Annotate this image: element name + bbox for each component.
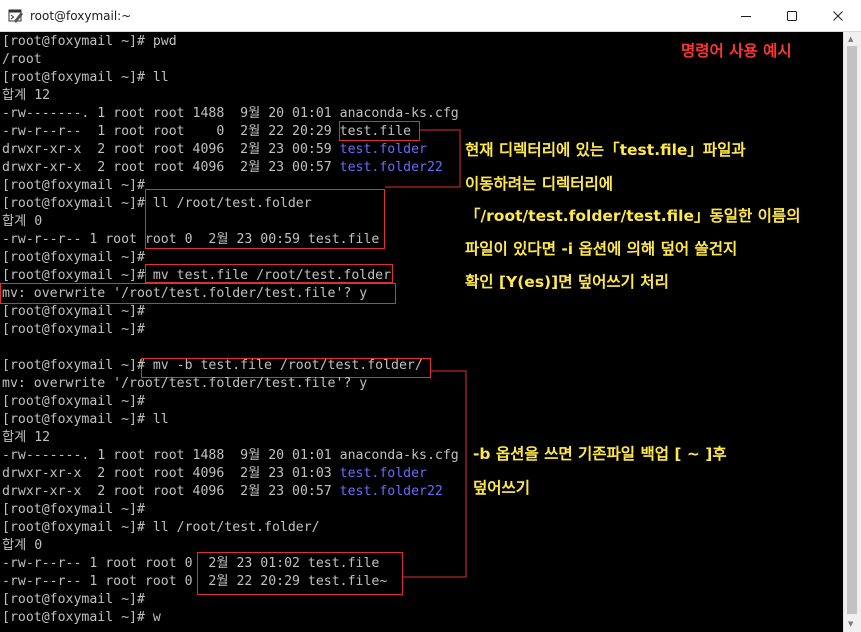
minimize-button[interactable] (723, 0, 769, 31)
terminal-line: -rw-r--r-- 1 root root 0 2월 22 20:29 tes… (2, 574, 388, 589)
annotation-note-1-line: 「/root/test.folder/test.file」동일한 이름의 (465, 207, 801, 225)
terminal-line: drwxr-xr-x 2 root root 4096 2월 23 00:57 … (2, 159, 443, 177)
terminal-line: [root@foxymail ~]# w (2, 610, 161, 625)
terminal-app-icon (8, 9, 23, 23)
close-icon (833, 10, 843, 21)
vertical-scrollbar[interactable]: ▲ ▼ (843, 32, 861, 632)
directory-name: test.folder (339, 466, 427, 481)
terminal-line: drwxr-xr-x 2 root root 4096 2월 23 00:59 … (2, 141, 427, 159)
annotation-note-1-line: 확인 [Y(es)]면 덮어쓰기 처리 (465, 273, 669, 291)
terminal-line: [root@foxymail ~]# (2, 592, 145, 607)
maximize-icon (787, 10, 797, 21)
terminal-line: [root@foxymail ~]# ll /root/test.folder (2, 196, 312, 211)
maximize-button[interactable] (769, 0, 815, 31)
annotation-note-1-line: 이동하려는 디렉터리에 (465, 175, 613, 193)
file-attributes: drwxr-xr-x 2 root root 4096 2월 23 00:57 (2, 160, 340, 175)
annotation-note-1-line: 파일이 있다면 -i 옵션에 의해 덮어 쓸건지 (465, 240, 738, 258)
directory-name: test.folder22 (339, 160, 443, 175)
terminal-line: [root@foxymail ~]# (2, 322, 145, 337)
file-attributes: drwxr-xr-x 2 root root 4096 2월 23 00:57 (2, 484, 340, 499)
terminal-line: -rw-r--r-- 1 root root 0 2월 23 00:59 tes… (2, 232, 380, 247)
title-bar: root@foxymail:~ (0, 0, 861, 32)
terminal-line: -rw-------. 1 root root 1488 9월 20 01:01… (2, 106, 459, 121)
terminal-output[interactable]: [root@foxymail ~]# pwd/root [root@foxymai… (0, 32, 843, 632)
terminal-line: [root@foxymail ~]# (2, 304, 145, 319)
terminal-line: [root@foxymail ~]# pwd (2, 34, 177, 49)
scroll-down-icon[interactable]: ▼ (848, 620, 853, 628)
terminal-line: [root@foxymail ~]# mv -b test.file /root… (2, 358, 423, 373)
terminal-line: [root@foxymail ~]# ll /root/test.folder/ (2, 520, 320, 535)
annotation-note-2-line: 덮어쓰기 (473, 479, 531, 497)
terminal-line: -rw-r--r-- 1 root root 0 2월 23 01:02 tes… (2, 556, 380, 571)
terminal-line: 합계 12 (2, 430, 51, 445)
annotation-heading: 명령어 사용 예시 (681, 42, 792, 60)
terminal-line: /root (2, 52, 42, 67)
terminal-line: mv: overwrite '/root/test.folder/test.fi… (2, 286, 368, 301)
terminal-line: -rw-------. 1 root root 1488 9월 20 01:01… (2, 448, 459, 463)
minimize-icon (741, 15, 751, 17)
annotation-note-2-line: -b 옵션을 쓰면 기존파일 백업 [ ~ ]후 (473, 445, 727, 463)
file-name: test.file (339, 124, 412, 139)
terminal-line: [root@foxymail ~]# (2, 178, 145, 193)
scroll-up-icon[interactable]: ▲ (848, 35, 853, 43)
scrollbar-thumb[interactable] (847, 46, 857, 614)
terminal-line: drwxr-xr-x 2 root root 4096 2월 23 00:57 … (2, 483, 443, 501)
terminal-line: [root@foxymail ~]# mv test.file /root/te… (2, 268, 392, 283)
terminal-line: [root@foxymail ~]# (2, 502, 145, 517)
terminal-line: 합계 12 (2, 88, 51, 103)
file-attributes: drwxr-xr-x 2 root root 4096 2월 23 01:03 (2, 466, 340, 481)
window-title: root@foxymail:~ (30, 9, 132, 23)
close-button[interactable] (815, 0, 861, 31)
annotation-note-1-line: 현재 디렉터리에 있는「test.file」파일과 (465, 141, 746, 159)
terminal-line: [root@foxymail ~]# (2, 250, 145, 265)
terminal-line: [root@foxymail ~]# (2, 394, 145, 409)
terminal-line: -rw-r--r-- 1 root root 0 2월 22 20:29 tes… (2, 123, 411, 141)
directory-name: test.folder (339, 142, 427, 157)
terminal-line: 합계 0 (2, 214, 43, 229)
file-attributes: drwxr-xr-x 2 root root 4096 2월 23 00:59 (2, 142, 340, 157)
terminal-line: drwxr-xr-x 2 root root 4096 2월 23 01:03 … (2, 465, 427, 483)
terminal-line: mv: overwrite '/root/test.folder/test.fi… (2, 376, 368, 391)
terminal-line: [root@foxymail ~]# ll (2, 412, 169, 427)
terminal-line: 합계 0 (2, 538, 43, 553)
directory-name: test.folder22 (339, 484, 443, 499)
terminal-line: [root@foxymail ~]# ll (2, 70, 169, 85)
file-attributes: -rw-r--r-- 1 root root 0 2월 22 20:29 (2, 124, 340, 139)
